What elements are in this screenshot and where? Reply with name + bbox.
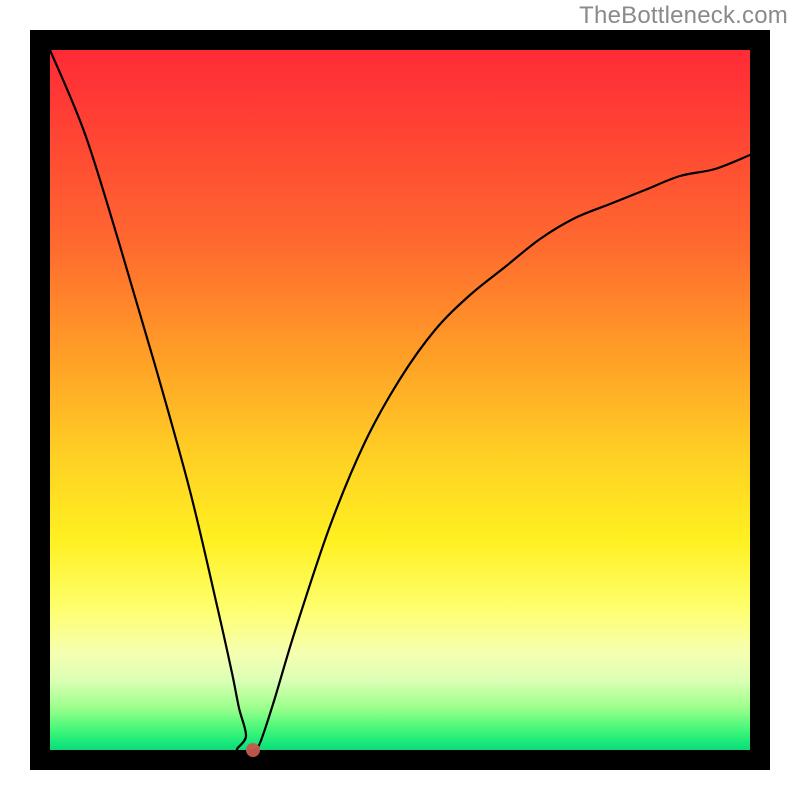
minimum-marker: [246, 743, 260, 757]
plot-gradient-area: [50, 50, 750, 750]
watermark-text: TheBottleneck.com: [579, 2, 788, 30]
chart-container: TheBottleneck.com: [0, 0, 800, 800]
